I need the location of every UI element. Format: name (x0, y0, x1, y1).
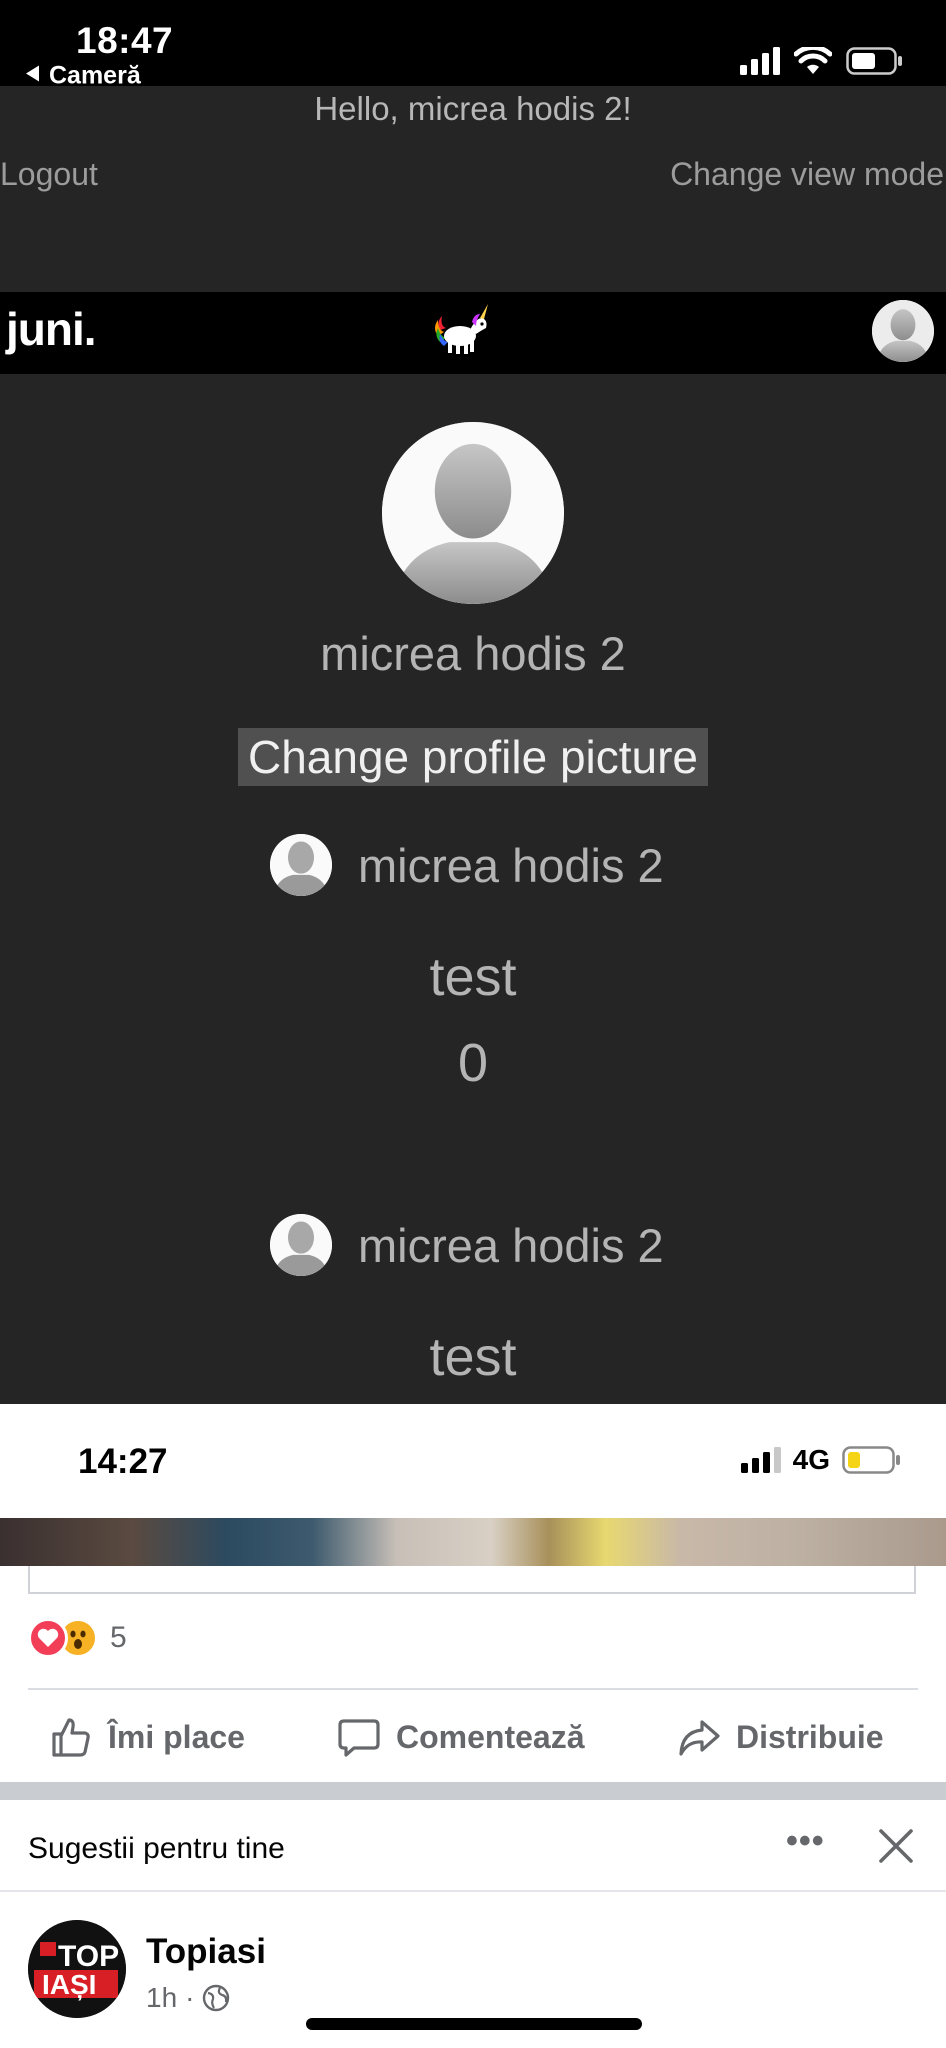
post-author-avatar (270, 834, 332, 896)
post-author[interactable]: micrea hodis 2 (270, 834, 664, 896)
battery-low-icon (842, 1446, 900, 1474)
close-icon[interactable] (876, 1826, 916, 1866)
brand-logo[interactable]: juni. (6, 302, 97, 356)
nav-avatar[interactable] (872, 300, 934, 362)
post-author-name: micrea hodis 2 (358, 838, 664, 892)
page-time: 1h (146, 1982, 178, 2013)
page-meta: 1h · (146, 1982, 230, 2014)
post-author-name: micrea hodis 2 (358, 1218, 664, 1272)
profile-name: micrea hodis 2 (320, 627, 626, 680)
user-silhouette-icon (270, 1214, 332, 1276)
navbar: juni. (0, 292, 946, 374)
globe-icon (203, 1984, 230, 2012)
share-label: Distribuie (736, 1718, 884, 1755)
love-reaction-icon (28, 1618, 68, 1658)
reactions-summary[interactable]: 5 (28, 1618, 127, 1658)
like-button[interactable]: Îmi place (48, 1696, 245, 1778)
feed-separator (0, 1782, 946, 1800)
profile-avatar (382, 422, 564, 604)
suggestions-title: Sugestii pentru tine (28, 1832, 285, 1865)
status-time: 18:47 (76, 20, 174, 61)
post-text: test (429, 947, 517, 1007)
logout-link[interactable]: Logout (0, 156, 98, 193)
status-icons: 4G (740, 1444, 902, 1476)
change-view-mode-link[interactable]: Change view mode (670, 156, 944, 193)
status-bar-dark: 18:47 Cameră (0, 0, 946, 90)
back-arrow-icon (26, 65, 39, 82)
post-author-avatar (270, 1214, 332, 1276)
cellular-signal-icon (740, 1447, 781, 1473)
facebook-screenshot: 14:27 4G 5 Îmi place Comentează Distribu… (0, 1404, 946, 2048)
app-header: Hello, micrea hodis 2! Logout Change vie… (0, 86, 946, 292)
user-silhouette-icon (872, 300, 934, 362)
post-author[interactable]: micrea hodis 2 (270, 1214, 664, 1276)
network-label: 4G (792, 1444, 830, 1475)
post-text: test (429, 1327, 517, 1387)
page-logo-line2: IAȘI (42, 1969, 96, 2000)
reaction-count: 5 (110, 1621, 127, 1654)
change-profile-picture-button[interactable]: Change profile picture (238, 728, 708, 786)
post-actions: Îmi place Comentează Distribuie (0, 1696, 946, 1778)
user-silhouette-icon (270, 834, 332, 896)
more-options-icon[interactable]: ••• (786, 1822, 825, 1861)
comment-button[interactable]: Comentează (336, 1696, 585, 1778)
status-icons (740, 44, 904, 78)
dot-separator: · (185, 1982, 195, 2013)
photo-frame (28, 1566, 916, 1594)
user-silhouette-icon (382, 422, 564, 604)
cellular-signal-icon (740, 47, 780, 75)
like-label: Îmi place (108, 1718, 245, 1755)
page-name[interactable]: Topiasi (146, 1932, 266, 1972)
share-arrow-icon (679, 1720, 720, 1756)
divider (28, 1688, 918, 1690)
status-time: 14:27 (78, 1442, 168, 1481)
divider (0, 1890, 946, 1892)
share-button[interactable]: Distribuie (676, 1696, 884, 1778)
comment-label: Comentează (396, 1718, 585, 1755)
greeting-text: Hello, micrea hodis 2! (314, 90, 632, 127)
post-like-count[interactable]: 0 (0, 1032, 946, 1094)
thumbs-up-icon (52, 1718, 90, 1757)
page-logo[interactable]: TOP IAȘI (28, 1920, 126, 2018)
comment-icon (338, 1719, 380, 1757)
battery-icon (846, 47, 902, 75)
unicorn-icon[interactable] (432, 300, 494, 358)
wifi-icon (794, 47, 832, 74)
post-photo[interactable] (0, 1518, 946, 1566)
home-indicator[interactable] (306, 2018, 642, 2030)
profile-section: micrea hodis 2 Change profile picture mi… (0, 374, 946, 1404)
